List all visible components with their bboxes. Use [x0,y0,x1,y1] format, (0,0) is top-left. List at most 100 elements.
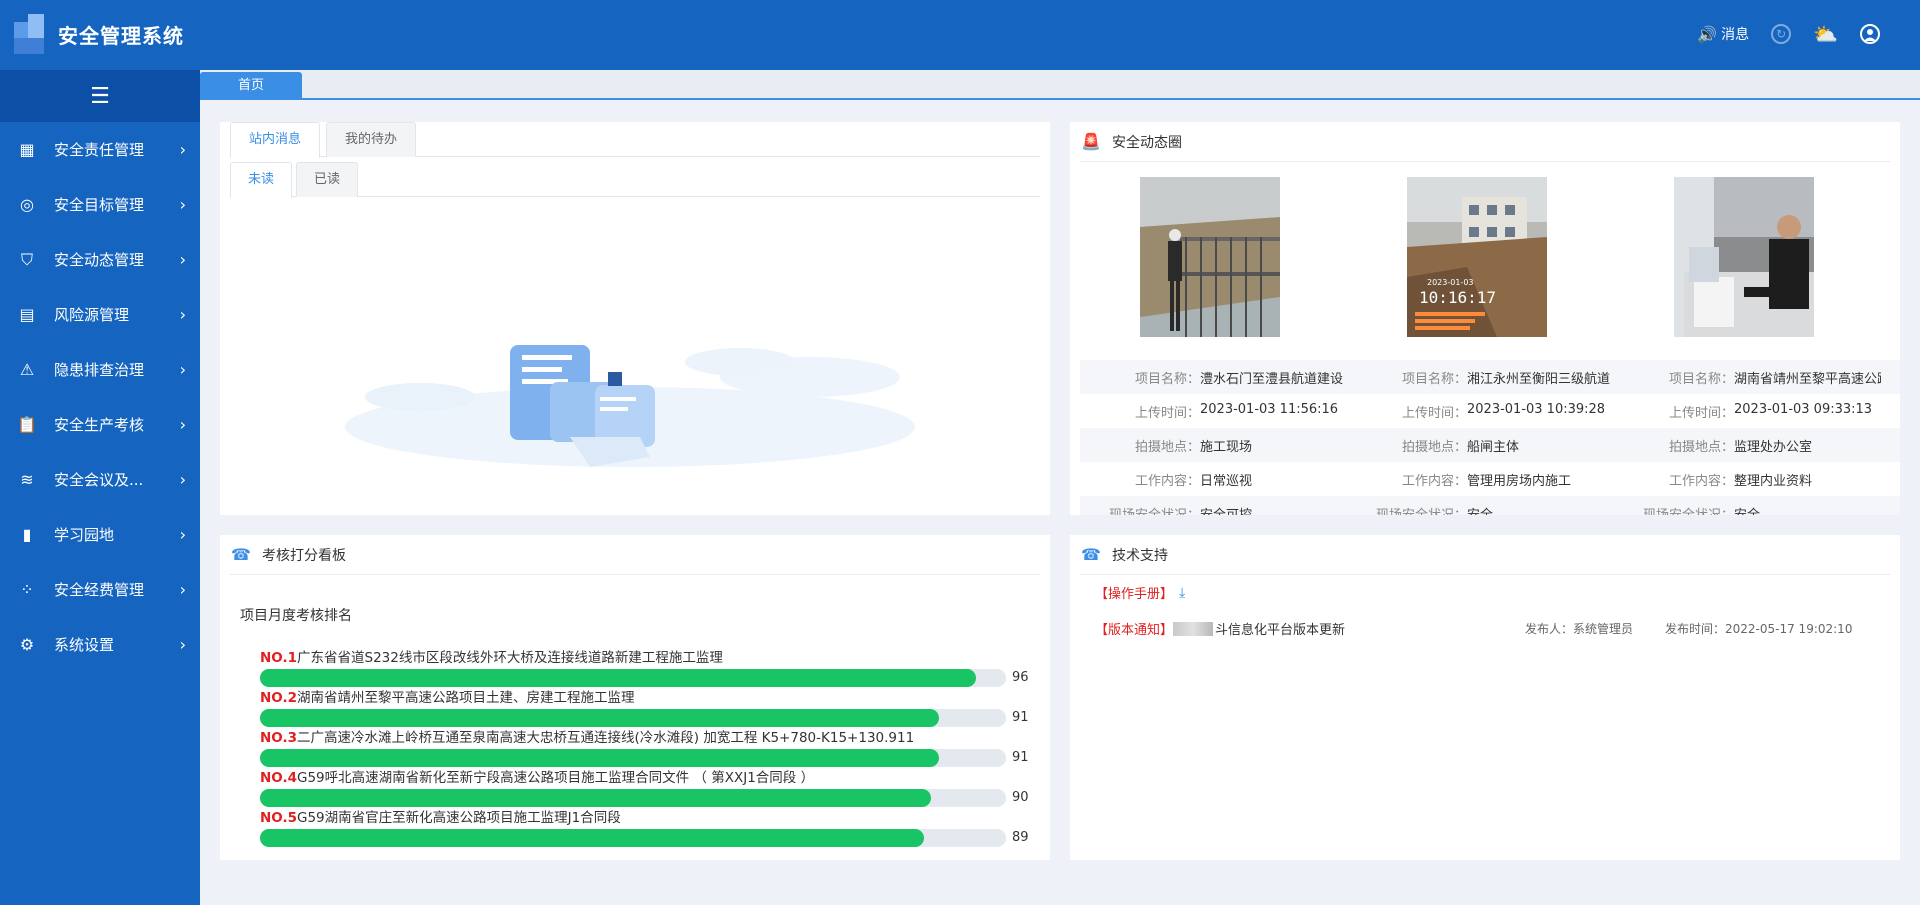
tech-support-panel: ☎ 技术支持 【操作手册】 ⤓ 【版本通知】 斗信息化平台版本更新 发布人：系统… [1070,535,1900,860]
ranking-item: NO.1广东省省道S232线市区段改线外环大桥及连接线道路新建工程施工监理 96 [260,648,1040,688]
score-bar-fill [260,789,932,807]
field-label: 工作内容： [1401,473,1467,489]
manual-link[interactable]: 【操作手册】 ⤓ [1095,583,1185,603]
layers-icon: ≋ [20,470,34,489]
sidebar-item-meetings[interactable]: ≋ 安全会议及... › [0,452,200,507]
ranking-text: NO.3二广高速冷水滩上岭桥互通至泉南高速大忠桥互通连接线(冷水滩段) 加宽工程… [260,728,1040,748]
sidebar-item-risk[interactable]: ▤ 风险源管理 › [0,287,200,342]
info-cell: 拍摄地点： 船闸主体 [1347,436,1614,455]
sidebar-item-responsibility[interactable]: ▦ 安全责任管理 › [0,122,200,177]
panel-title: 考核打分看板 [262,547,346,564]
message-tabs: 站内消息 我的待办 [230,122,1040,158]
user-avatar-icon[interactable] [1860,24,1880,44]
score-bar-track [260,709,1006,727]
field-label: 现场安全状况： [1375,507,1467,516]
info-cell: 项目名称： 湘江永州至衡阳三级航道 [1347,368,1614,387]
info-row-work: 工作内容： 日常巡视 工作内容： 管理用房场内施工 工作内容： 整理内业资料 [1080,462,1900,496]
tab-inbox[interactable]: 站内消息 [230,122,320,158]
message-button[interactable]: 🔊 消息 [1697,24,1749,44]
map-icon: ▦ [19,140,35,159]
menu-collapse-icon: ☰ [90,83,110,109]
field-value: 施工现场 [1200,439,1253,455]
ranking-text: NO.4G59呼北高速湖南省新化至新宁段高速公路项目施工监理合同文件 （ 第XX… [260,768,1040,788]
document-gear-icon: ▤ [19,305,35,324]
tab-unread[interactable]: 未读 [230,162,292,198]
dynamic-photo-2[interactable]: 2023-01-03 10:16:17 [1407,177,1547,337]
sidebar-item-label: 隐患排查治理 [54,361,145,379]
panel-title: 安全动态圈 [1112,134,1182,151]
tab-todo[interactable]: 我的待办 [326,122,416,157]
sidebar-item-label: 安全动态管理 [54,251,145,269]
top-header: 安全管理系统 🔊 消息 ↻ ⛅ [0,0,1920,70]
info-cell: 工作内容： 整理内业资料 [1614,470,1881,489]
gear-icon: ⚙ [19,635,35,654]
field-value: 安全可控 [1200,507,1253,516]
sidebar-item-label: 风险源管理 [54,306,130,324]
score-bar-track [260,749,1006,767]
field-label: 拍摄地点： [1668,439,1734,455]
shield-icon: ⛉ [20,249,33,269]
tab-read[interactable]: 已读 [296,162,358,197]
sidebar-item-label: 安全经费管理 [54,581,145,599]
score-value: 91 [1012,710,1029,725]
sidebar-item-funds[interactable]: ⁘ 安全经费管理 › [0,562,200,617]
field-value: 2023-01-03 10:39:28 [1467,401,1606,417]
field-label: 工作内容： [1134,473,1200,489]
score-value: 89 [1012,830,1029,845]
chevron-right-icon: › [179,580,186,599]
app-title: 安全管理系统 [58,24,184,48]
notice-publisher: 发布人：系统管理员 [1525,622,1634,636]
page-tab-strip: 首页 [200,70,1920,100]
sidebar: ☰ ▦ 安全责任管理 › ◎ 安全目标管理 › ⛉ 安全动态管理 › ▤ 风险源… [0,70,200,905]
score-bar-fill [260,749,939,767]
sidebar-item-label: 安全责任管理 [54,141,145,159]
field-label: 现场安全状况： [1642,507,1734,516]
notice-tag: 【版本通知】 [1095,623,1174,638]
field-label: 上传时间： [1668,405,1734,421]
read-status-tabs: 未读 已读 [230,162,1040,198]
chevron-right-icon: › [179,305,186,324]
info-cell: 现场安全状况： 安全 [1614,504,1881,516]
sidebar-item-label: 安全目标管理 [54,196,145,214]
version-notice-row[interactable]: 【版本通知】 斗信息化平台版本更新 发布人：系统管理员 发布时间：2022-05… [1095,619,1885,638]
rank-number: NO.5 [260,810,297,826]
chevron-right-icon: › [179,525,186,544]
weather-icon[interactable]: ⛅ [1813,22,1838,46]
field-label: 上传时间： [1134,405,1200,421]
sidebar-item-assessment[interactable]: 📋 安全生产考核 › [0,397,200,452]
notice-text: 斗信息化平台版本更新 [1215,623,1346,638]
ranking-text: NO.1广东省省道S232线市区段改线外环大桥及连接线道路新建工程施工监理 [260,648,1040,668]
score-bar-fill [260,829,924,847]
sidebar-item-hazard[interactable]: ⚠ 隐患排查治理 › [0,342,200,397]
dynamic-photo-1[interactable] [1140,177,1280,337]
sidebar-item-settings[interactable]: ⚙ 系统设置 › [0,617,200,672]
info-cell: 项目名称： 湖南省靖州至黎平高速公路 [1614,368,1881,387]
sidebar-item-dynamics[interactable]: ⛉ 安全动态管理 › [0,232,200,287]
app-logo [14,14,46,54]
tab-home[interactable]: 首页 [200,72,302,100]
notice-time: 发布时间：2022-05-17 19:02:10 [1665,622,1853,636]
info-cell: 项目名称： 澧水石门至澧县航道建设 [1080,368,1347,387]
photo-timestamp-time: 10:16:17 [1419,288,1496,307]
sidebar-item-goals[interactable]: ◎ 安全目标管理 › [0,177,200,232]
field-label: 现场安全状况： [1108,507,1200,516]
refresh-icon[interactable]: ↻ [1771,24,1792,44]
sidebar-item-label: 学习园地 [54,526,115,544]
score-value: 90 [1012,790,1029,805]
rank-number: NO.2 [260,690,297,706]
clipboard-icon: 📋 [17,415,37,434]
sidebar-item-label: 安全会议及... [54,471,144,489]
target-icon: ◎ [20,195,34,214]
dynamics-info-table: 项目名称： 澧水石门至澧县航道建设 项目名称： 湘江永州至衡阳三级航道 项目名称：湖… [1080,360,1900,515]
dynamic-photo-3[interactable] [1674,177,1814,337]
download-icon[interactable]: ⤓ [1179,585,1185,601]
panel-header: ☎ 技术支持 [1080,535,1890,575]
info-cell: 现场安全状况： 安全可控 [1080,504,1347,516]
info-row-location: 拍摄地点： 施工现场 拍摄地点： 船闸主体 拍摄地点： 监理处办公室 [1080,428,1900,462]
sidebar-item-learning[interactable]: ▮ 学习园地 › [0,507,200,562]
sidebar-collapse-button[interactable]: ☰ [0,70,200,122]
panel-header: ☎ 考核打分看板 [230,535,1040,575]
sidebar-item-label: 系统设置 [54,636,115,654]
safety-dynamics-panel: 🚨 安全动态圈 2023-01-03 10:16:17 项目名称： 澧水石门至澧… [1070,122,1900,515]
score-bar-track [260,789,1006,807]
